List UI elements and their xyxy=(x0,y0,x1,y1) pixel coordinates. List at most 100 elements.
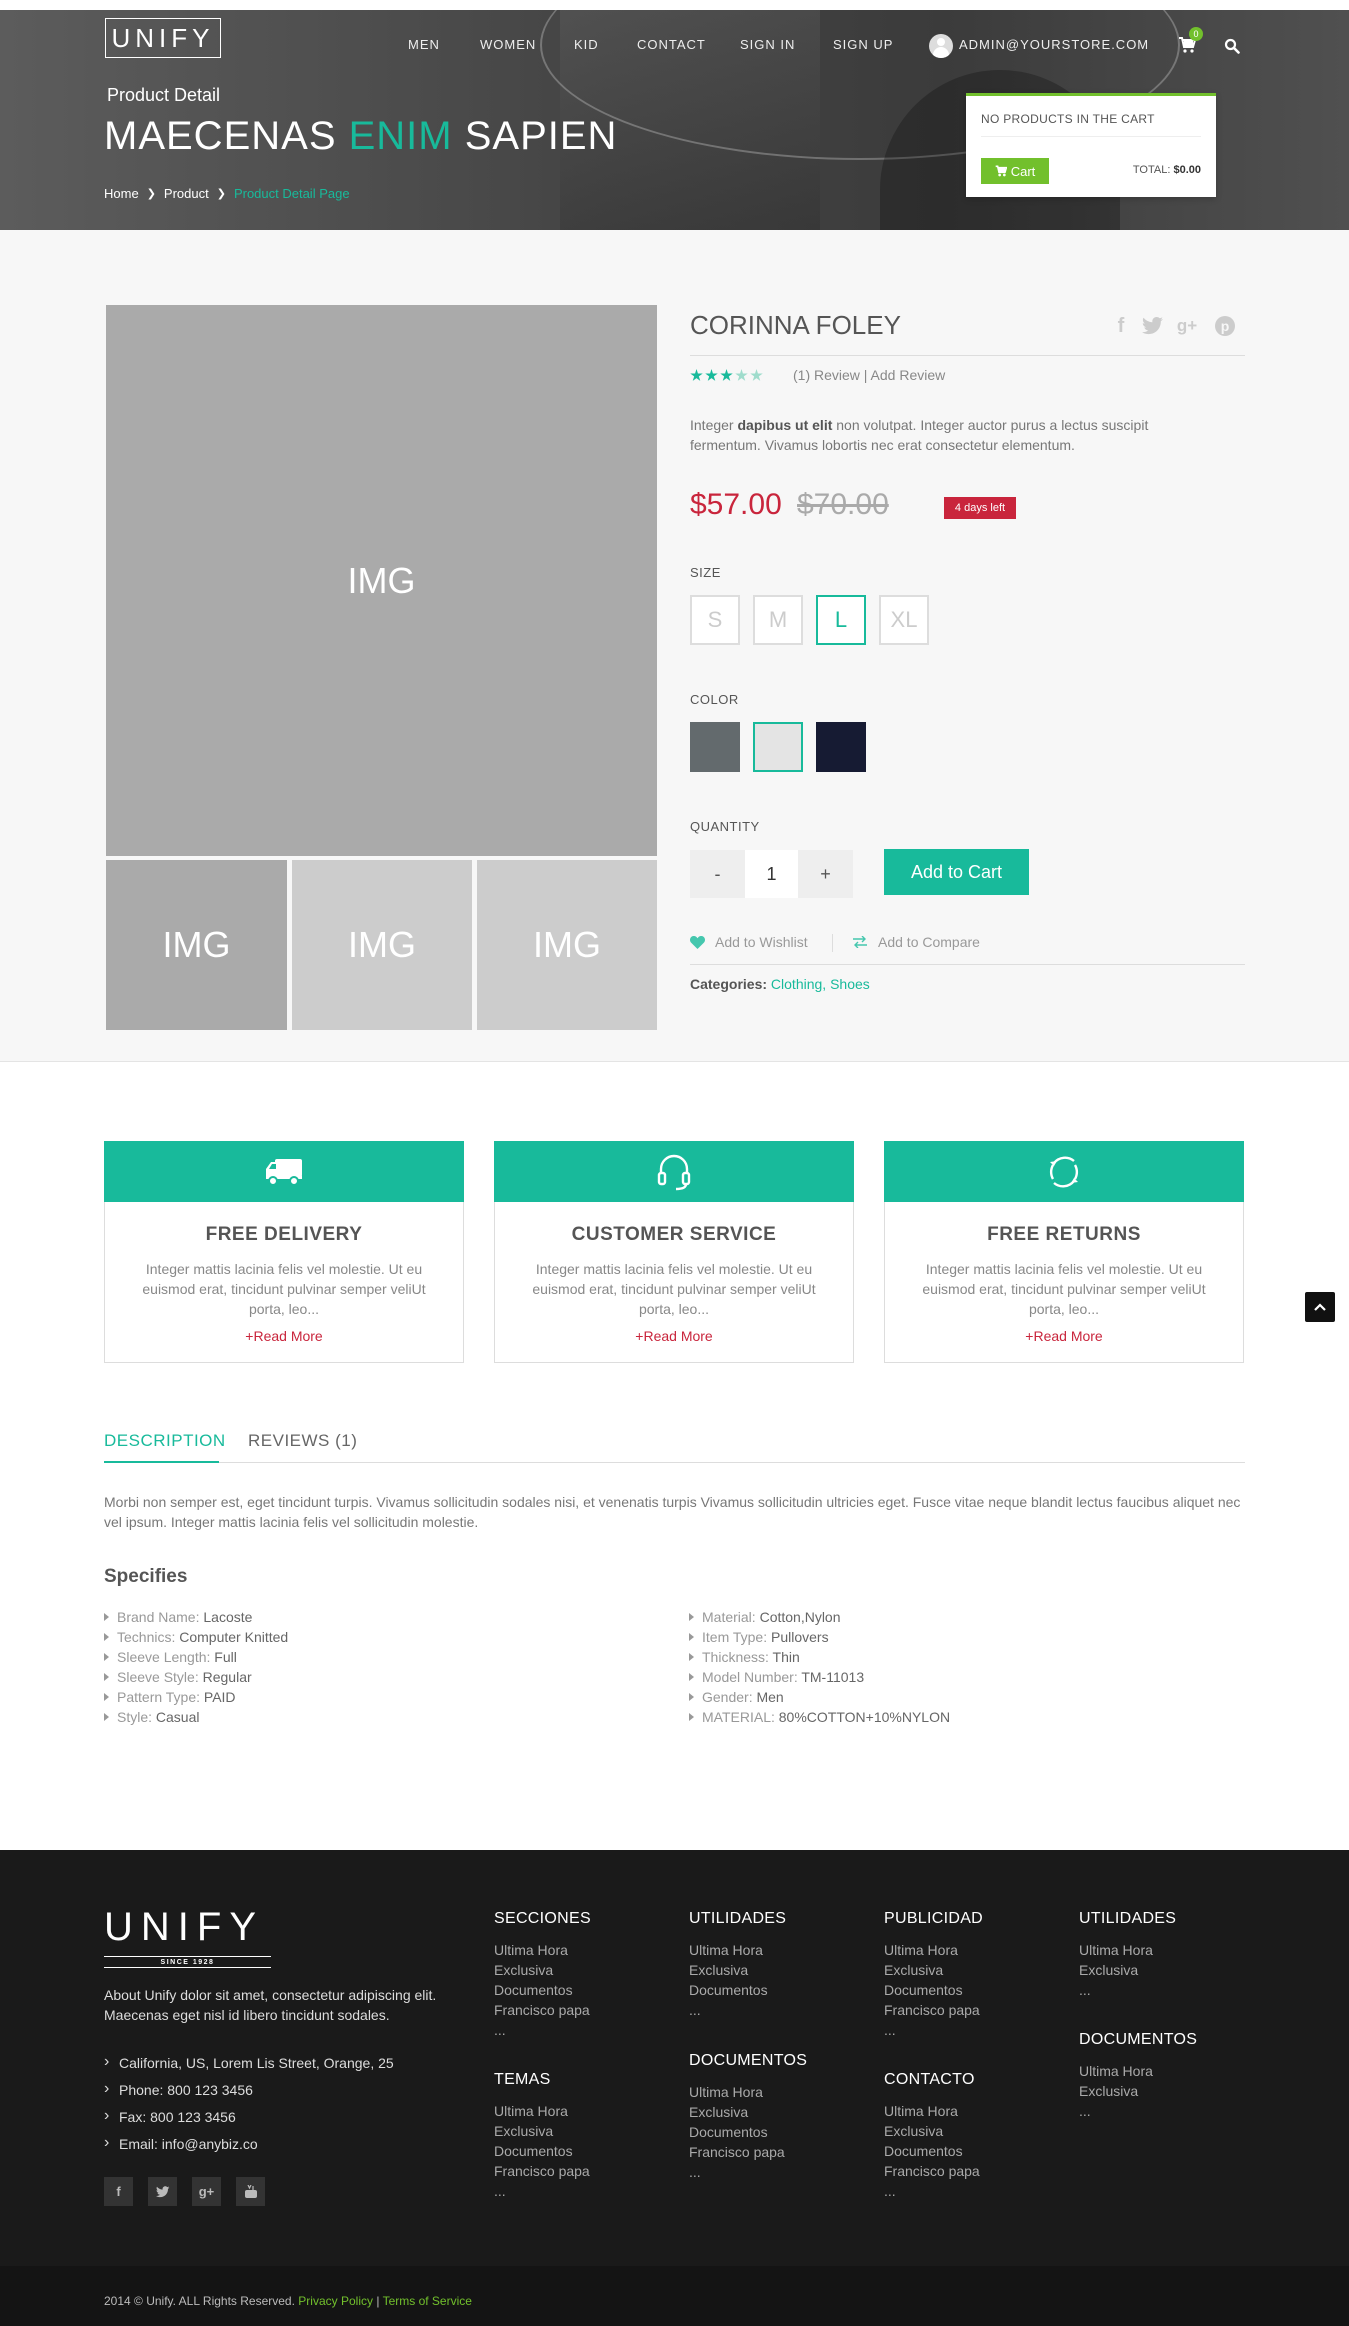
footer-link[interactable]: Francisco papa xyxy=(494,2161,590,2181)
spec-value: 80%COTTON+10%NYLON xyxy=(778,1709,951,1725)
wishlist-label: Add to Wishlist xyxy=(715,934,808,950)
footer-link[interactable]: Ultima Hora xyxy=(494,2101,590,2121)
product-thumbnail[interactable]: IMG xyxy=(106,860,287,1030)
color-swatch-gray[interactable] xyxy=(690,722,740,772)
breadcrumb-home[interactable]: Home xyxy=(104,186,139,201)
nav-contact[interactable]: CONTACT xyxy=(637,37,706,52)
footer-link[interactable]: Documentos xyxy=(689,2122,807,2142)
product-thumbnail[interactable]: IMG xyxy=(477,860,657,1030)
footer-link[interactable]: ... xyxy=(1079,1980,1176,2000)
footer-link[interactable]: Ultima Hora xyxy=(494,1940,591,1960)
quantity-input[interactable]: 1 xyxy=(745,850,798,898)
footer-link[interactable]: ... xyxy=(689,2000,786,2020)
footer-email[interactable]: Email: info@anybiz.co xyxy=(104,2134,394,2163)
back-to-top-button[interactable] xyxy=(1305,1292,1335,1322)
footer-link[interactable]: Ultima Hora xyxy=(689,2082,807,2102)
footer-link[interactable]: Francisco papa xyxy=(884,2000,983,2020)
facebook-icon[interactable]: f xyxy=(104,2177,133,2206)
footer-link[interactable]: Documentos xyxy=(884,2141,980,2161)
footer-link[interactable]: Ultima Hora xyxy=(884,1940,983,1960)
read-more-link[interactable]: +Read More xyxy=(105,1328,463,1344)
footer-link[interactable]: Documentos xyxy=(494,1980,591,2000)
footer-link[interactable]: ... xyxy=(884,2181,980,2201)
footer-link[interactable]: ... xyxy=(1079,2101,1197,2121)
size-option-xl[interactable]: XL xyxy=(879,595,929,645)
read-more-link[interactable]: +Read More xyxy=(885,1328,1243,1344)
add-to-wishlist-link[interactable]: Add to Wishlist xyxy=(690,934,808,950)
footer-link[interactable]: Exclusiva xyxy=(1079,1960,1176,1980)
spec-item: Thickness: Thin xyxy=(689,1647,950,1667)
tab-description[interactable]: DESCRIPTION xyxy=(104,1431,226,1451)
youtube-icon[interactable] xyxy=(236,2177,265,2206)
twitter-share-icon[interactable] xyxy=(1142,315,1164,337)
google-plus-icon[interactable]: g+ xyxy=(192,2177,221,2206)
nav-women[interactable]: WOMEN xyxy=(480,37,536,52)
reviews-link[interactable]: (1) Review | Add Review xyxy=(793,367,945,383)
read-more-link[interactable]: +Read More xyxy=(495,1328,853,1344)
color-swatch-navy[interactable] xyxy=(816,722,866,772)
nav-kid[interactable]: KID xyxy=(574,37,599,52)
footer-col-title: CONTACTO xyxy=(884,2071,975,2088)
service-header xyxy=(494,1141,854,1202)
footer-link[interactable]: Ultima Hora xyxy=(1079,1940,1176,1960)
pinterest-share-icon[interactable]: p xyxy=(1214,315,1236,337)
copyright-divider: | xyxy=(376,2294,380,2308)
spec-key: Brand Name: xyxy=(117,1609,204,1625)
footer-link[interactable]: Documentos xyxy=(884,1980,983,2000)
breadcrumb-product[interactable]: Product xyxy=(164,186,209,201)
footer-link[interactable]: Exclusiva xyxy=(494,1960,591,1980)
footer-link[interactable]: Francisco papa xyxy=(689,2142,807,2162)
footer-link[interactable]: Exclusiva xyxy=(884,2121,980,2141)
nav-sign-up[interactable]: SIGN UP xyxy=(833,37,893,52)
cart-total-value: $0.00 xyxy=(1173,164,1201,176)
footer-logo-since: SINCE 1928 xyxy=(104,1956,271,1968)
nav-sign-in[interactable]: SIGN IN xyxy=(740,37,795,52)
footer-logo[interactable]: UNIFY xyxy=(104,1907,264,1947)
google-plus-share-icon[interactable]: g+ xyxy=(1176,315,1198,337)
footer-link[interactable]: Francisco papa xyxy=(884,2161,980,2181)
footer-link[interactable]: Exclusiva xyxy=(494,2121,590,2141)
size-option-l[interactable]: L xyxy=(816,595,866,645)
footer-link[interactable]: Ultima Hora xyxy=(1079,2061,1197,2081)
quantity-decrement-button[interactable]: - xyxy=(690,850,745,898)
terms-of-service-link[interactable]: Terms of Service xyxy=(383,2294,472,2308)
spec-item: Model Number: TM-11013 xyxy=(689,1667,950,1687)
product-thumbnail[interactable]: IMG xyxy=(292,860,472,1030)
footer-link[interactable]: Documentos xyxy=(494,2141,590,2161)
nav-men[interactable]: MEN xyxy=(408,37,440,52)
footer-link[interactable]: ... xyxy=(494,2181,590,2201)
footer-link[interactable]: ... xyxy=(689,2162,807,2182)
tab-reviews[interactable]: REVIEWS (1) xyxy=(248,1431,357,1451)
footer-link[interactable]: Ultima Hora xyxy=(689,1940,786,1960)
footer-link[interactable]: Documentos xyxy=(689,1980,786,2000)
footer-link[interactable]: Ultima Hora xyxy=(884,2101,980,2121)
facebook-share-icon[interactable]: f xyxy=(1110,315,1132,337)
user-account-link[interactable]: ADMIN@YOURSTORE.COM xyxy=(959,37,1149,52)
site-logo[interactable]: UNIFY xyxy=(105,18,221,58)
footer-link[interactable]: ... xyxy=(884,2020,983,2040)
user-avatar-icon[interactable] xyxy=(929,34,953,58)
footer-link[interactable]: Exclusiva xyxy=(689,1960,786,1980)
view-cart-button[interactable]: Cart xyxy=(981,158,1049,184)
size-label: SIZE xyxy=(690,565,721,580)
footer-col-title: TEMAS xyxy=(494,2071,551,2088)
footer-link[interactable]: Exclusiva xyxy=(884,1960,983,1980)
footer-link[interactable]: Exclusiva xyxy=(689,2102,807,2122)
product-main-image[interactable]: IMG xyxy=(106,305,657,856)
search-icon[interactable] xyxy=(1224,38,1240,54)
footer-address: California, US, Lorem Lis Street, Orange… xyxy=(104,2053,394,2082)
twitter-icon[interactable] xyxy=(148,2177,177,2206)
categories-links[interactable]: Clothing, Shoes xyxy=(771,976,870,992)
privacy-policy-link[interactable]: Privacy Policy xyxy=(298,2294,373,2308)
footer-link[interactable]: Francisco papa xyxy=(494,2000,591,2020)
size-option-s[interactable]: S xyxy=(690,595,740,645)
quantity-increment-button[interactable]: + xyxy=(798,850,853,898)
footer-col-contacto: CONTACTO Ultima Hora Exclusiva Documentos Fr… xyxy=(884,2071,980,2201)
spec-item: Sleeve Style: Regular xyxy=(104,1667,288,1687)
size-option-m[interactable]: M xyxy=(753,595,803,645)
footer-link[interactable]: Exclusiva xyxy=(1079,2081,1197,2101)
color-swatch-light[interactable] xyxy=(753,722,803,772)
footer-link[interactable]: ... xyxy=(494,2020,591,2040)
add-to-cart-button[interactable]: Add to Cart xyxy=(884,849,1029,895)
add-to-compare-link[interactable]: Add to Compare xyxy=(852,934,980,950)
